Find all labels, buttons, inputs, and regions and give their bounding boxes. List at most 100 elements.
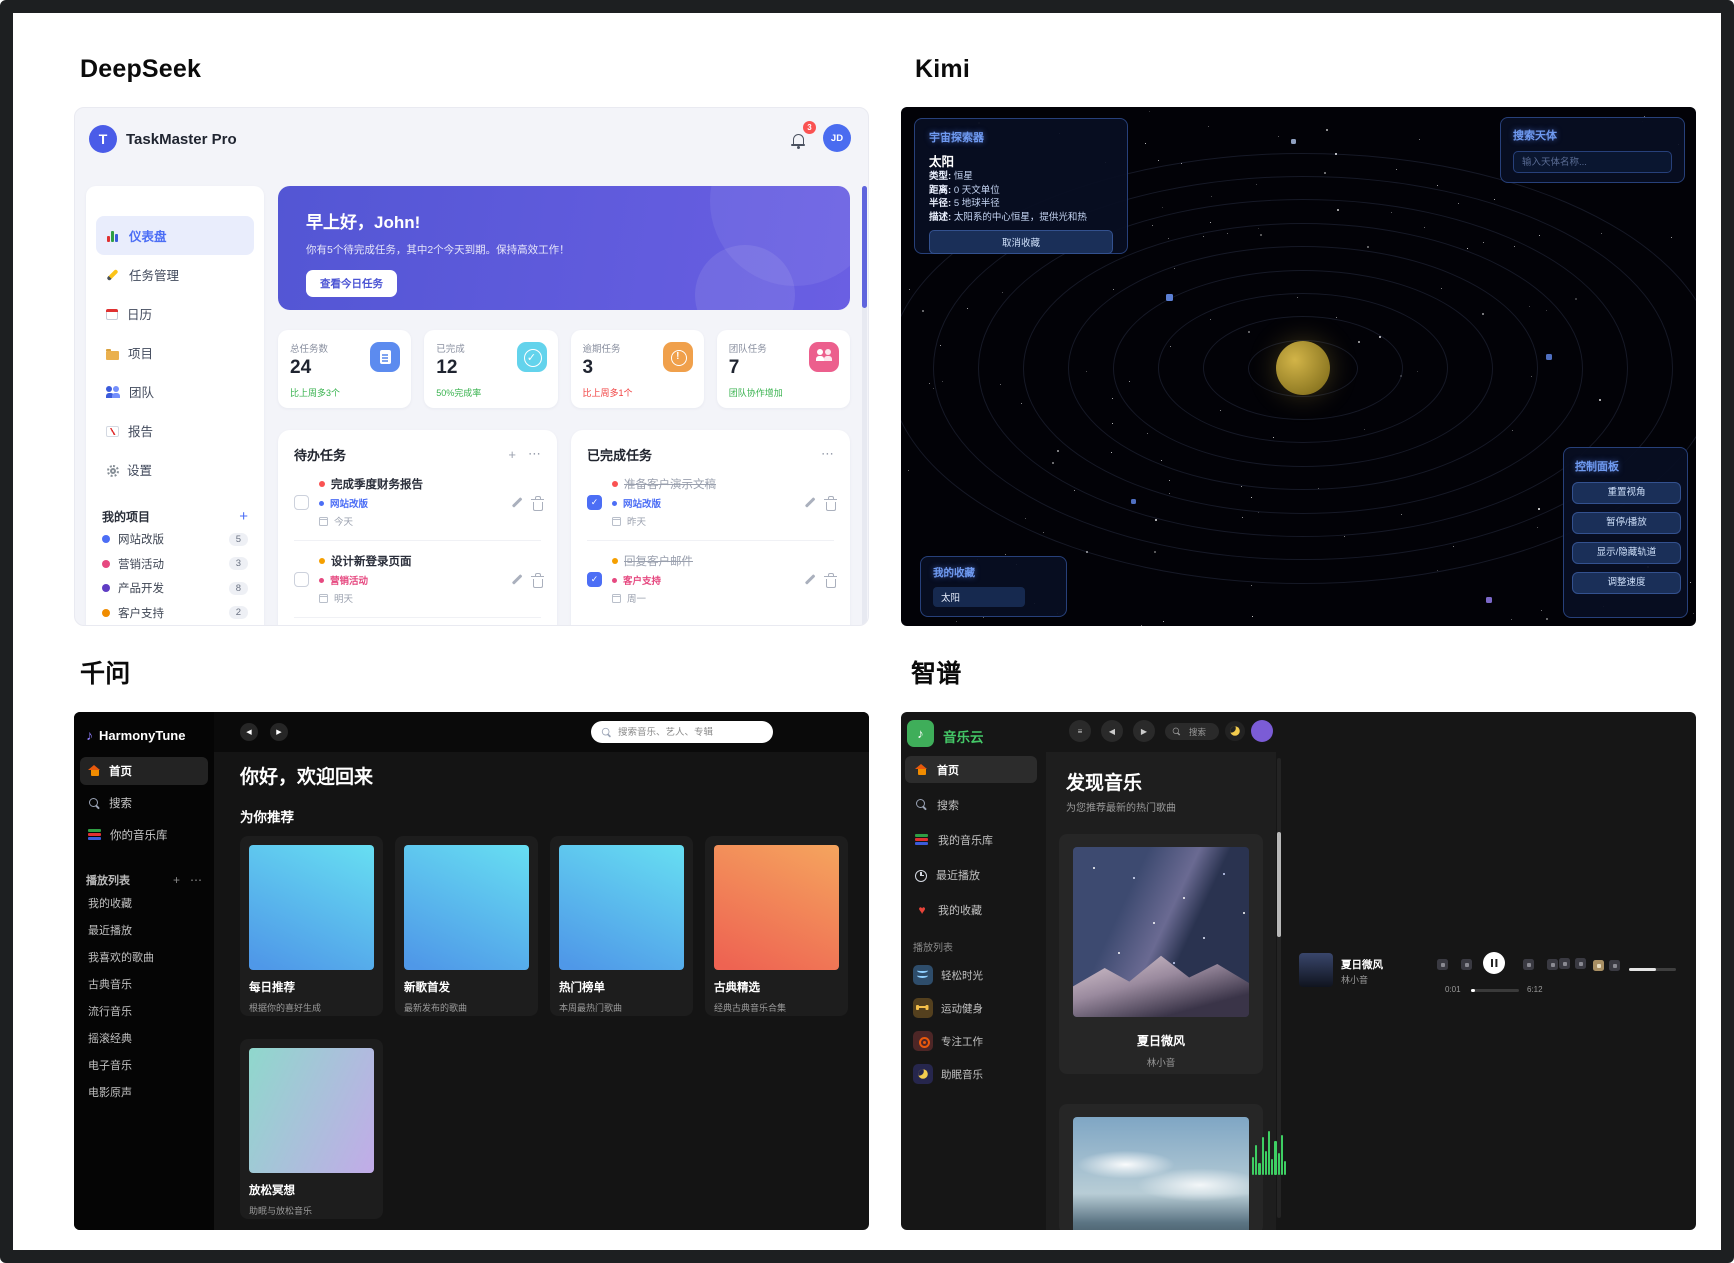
sidebar-item-projects[interactable]: 项目 [86,333,264,372]
play-pause-button[interactable] [1483,952,1505,974]
stat-card-total-tasks: 总任务数 24 比上周多3个 [278,330,412,408]
song-card[interactable] [1059,1104,1263,1230]
sidebar-item-home[interactable]: 首页 [905,756,1037,783]
avatar[interactable] [1251,720,1273,742]
planet-dot[interactable] [1131,499,1136,504]
sidebar-item-dashboard[interactable]: 仪表盘 [96,216,254,255]
playlist-item[interactable]: 摇滚经典 [74,1024,214,1051]
pause-play-button[interactable]: 暂停/播放 [1572,512,1681,534]
task-checkbox-checked[interactable] [587,571,602,587]
playlist-item[interactable]: 专注工作 [905,1028,1037,1054]
project-item[interactable]: 客户支持 2 [86,601,264,626]
playlist-item[interactable]: 最近播放 [74,916,214,943]
audio-quality-button[interactable] [1593,960,1604,971]
avatar[interactable]: JD [823,124,851,152]
search-input[interactable] [618,726,764,738]
playlist-item[interactable]: 我的收藏 [74,889,214,916]
playlist-card[interactable]: 新歌首发 最新发布的歌曲 [395,836,538,1016]
shuffle-button[interactable] [1437,959,1448,970]
more-menu-button[interactable]: ⋯ [528,446,541,462]
add-task-button[interactable]: + [508,447,516,462]
greeting-subtitle: 你有5个待完成任务，其中2个今天到期。保持高效工作！ [306,244,570,256]
project-item[interactable]: 网站改版 5 [86,527,264,552]
volume-slider[interactable] [1629,968,1676,971]
sidebar-item-favorites[interactable]: ♥ 我的收藏 [905,896,1037,923]
volume-button[interactable] [1609,960,1620,971]
theme-toggle-button[interactable] [1225,721,1245,741]
planet-dot[interactable] [1291,139,1296,144]
notification-badge: 3 [803,121,816,134]
sidebar-item-search[interactable]: 搜索 [80,789,208,817]
edit-icon[interactable] [511,573,523,585]
task-tag: 网站改版 [330,499,369,510]
playlist-item[interactable]: 电子音乐 [74,1051,214,1078]
add-project-button[interactable]: + [239,508,248,525]
playlist-item[interactable]: 助眠音乐 [905,1061,1037,1087]
song-card[interactable]: 夏日微风 林小音 [1059,834,1263,1074]
sidebar-item-settings[interactable]: 设置 [86,450,264,489]
more-menu-button[interactable]: ⋯ [821,446,834,462]
discover-heading: 发现音乐 [1066,773,1143,794]
progress-bar[interactable] [1471,989,1519,992]
forward-button[interactable]: ▶ [270,723,288,741]
planet-dot[interactable] [1166,294,1173,301]
scrollbar-thumb[interactable] [862,186,867,308]
lyrics-button[interactable] [1559,958,1570,969]
trash-icon[interactable] [824,495,837,511]
playlist-card[interactable]: 放松冥想 助眠与放松音乐 [240,1039,383,1219]
queue-button[interactable] [1575,958,1586,969]
menu-button[interactable]: ≡ [1069,720,1091,742]
playlist-card[interactable]: 每日推荐 根据你的喜好生成 [240,836,383,1016]
unfavorite-button[interactable]: 取消收藏 [929,230,1113,254]
sidebar-item-library[interactable]: 你的音乐库 [80,821,208,849]
project-item[interactable]: 产品开发 8 [86,576,264,601]
sidebar-item-home[interactable]: 首页 [80,757,208,785]
playlist-more-button[interactable]: ⋯ [190,873,202,887]
sun-object[interactable] [1276,341,1330,395]
task-checkbox[interactable] [294,494,309,510]
playlist-item[interactable]: 古典音乐 [74,970,214,997]
toggle-orbits-button[interactable]: 显示/隐藏轨道 [1572,542,1681,564]
sidebar-item-reports[interactable]: 报告 [86,411,264,450]
scrollbar-thumb[interactable] [1277,832,1281,937]
next-track-button[interactable] [1523,959,1534,970]
edit-icon[interactable] [511,496,523,508]
forward-button[interactable]: ▶ [1133,720,1155,742]
reset-view-button[interactable]: 重置视角 [1572,482,1681,504]
sidebar-item-search[interactable]: 搜索 [905,791,1037,818]
equalizer-visualizer [1252,1127,1287,1175]
sidebar-item-team[interactable]: 团队 [86,372,264,411]
header-search-button[interactable]: 搜索 [1165,723,1219,740]
add-playlist-button[interactable]: + [173,873,180,887]
planet-dot[interactable] [1486,597,1492,603]
edit-icon[interactable] [804,496,816,508]
playlist-item[interactable]: 我喜欢的歌曲 [74,943,214,970]
trash-icon[interactable] [531,572,544,588]
sidebar-item-recent[interactable]: 最近播放 [905,861,1037,888]
trash-icon[interactable] [531,495,544,511]
task-checkbox[interactable] [294,571,309,587]
playlist-card[interactable]: 热门榜单 本周最热门歌曲 [550,836,693,1016]
task-checkbox-checked[interactable] [587,494,602,510]
sidebar-item-label: 团队 [129,386,155,400]
sidebar-item-library[interactable]: 我的音乐库 [905,826,1037,853]
body-search-input[interactable] [1513,151,1672,173]
back-button[interactable]: ◀ [240,723,258,741]
back-button[interactable]: ◀ [1101,720,1123,742]
playlist-item[interactable]: 流行音乐 [74,997,214,1024]
edit-icon[interactable] [804,573,816,585]
trash-icon[interactable] [824,572,837,588]
adjust-speed-button[interactable]: 调整速度 [1572,572,1681,594]
repeat-button[interactable] [1547,959,1558,970]
playlist-card[interactable]: 古典精选 经典古典音乐合集 [705,836,848,1016]
planet-dot[interactable] [1546,354,1552,360]
playlist-item[interactable]: 电影原声 [74,1078,214,1105]
sidebar-item-calendar[interactable]: 日历 [86,294,264,333]
playlist-item[interactable]: 轻松时光 [905,962,1037,988]
playlist-item[interactable]: 运动健身 [905,995,1037,1021]
view-today-tasks-button[interactable]: 查看今日任务 [306,270,397,297]
previous-track-button[interactable] [1461,959,1472,970]
project-item[interactable]: 营销活动 3 [86,552,264,577]
favorite-item[interactable]: 太阳 [933,587,1025,607]
sidebar-item-tasks[interactable]: 任务管理 [86,255,264,294]
